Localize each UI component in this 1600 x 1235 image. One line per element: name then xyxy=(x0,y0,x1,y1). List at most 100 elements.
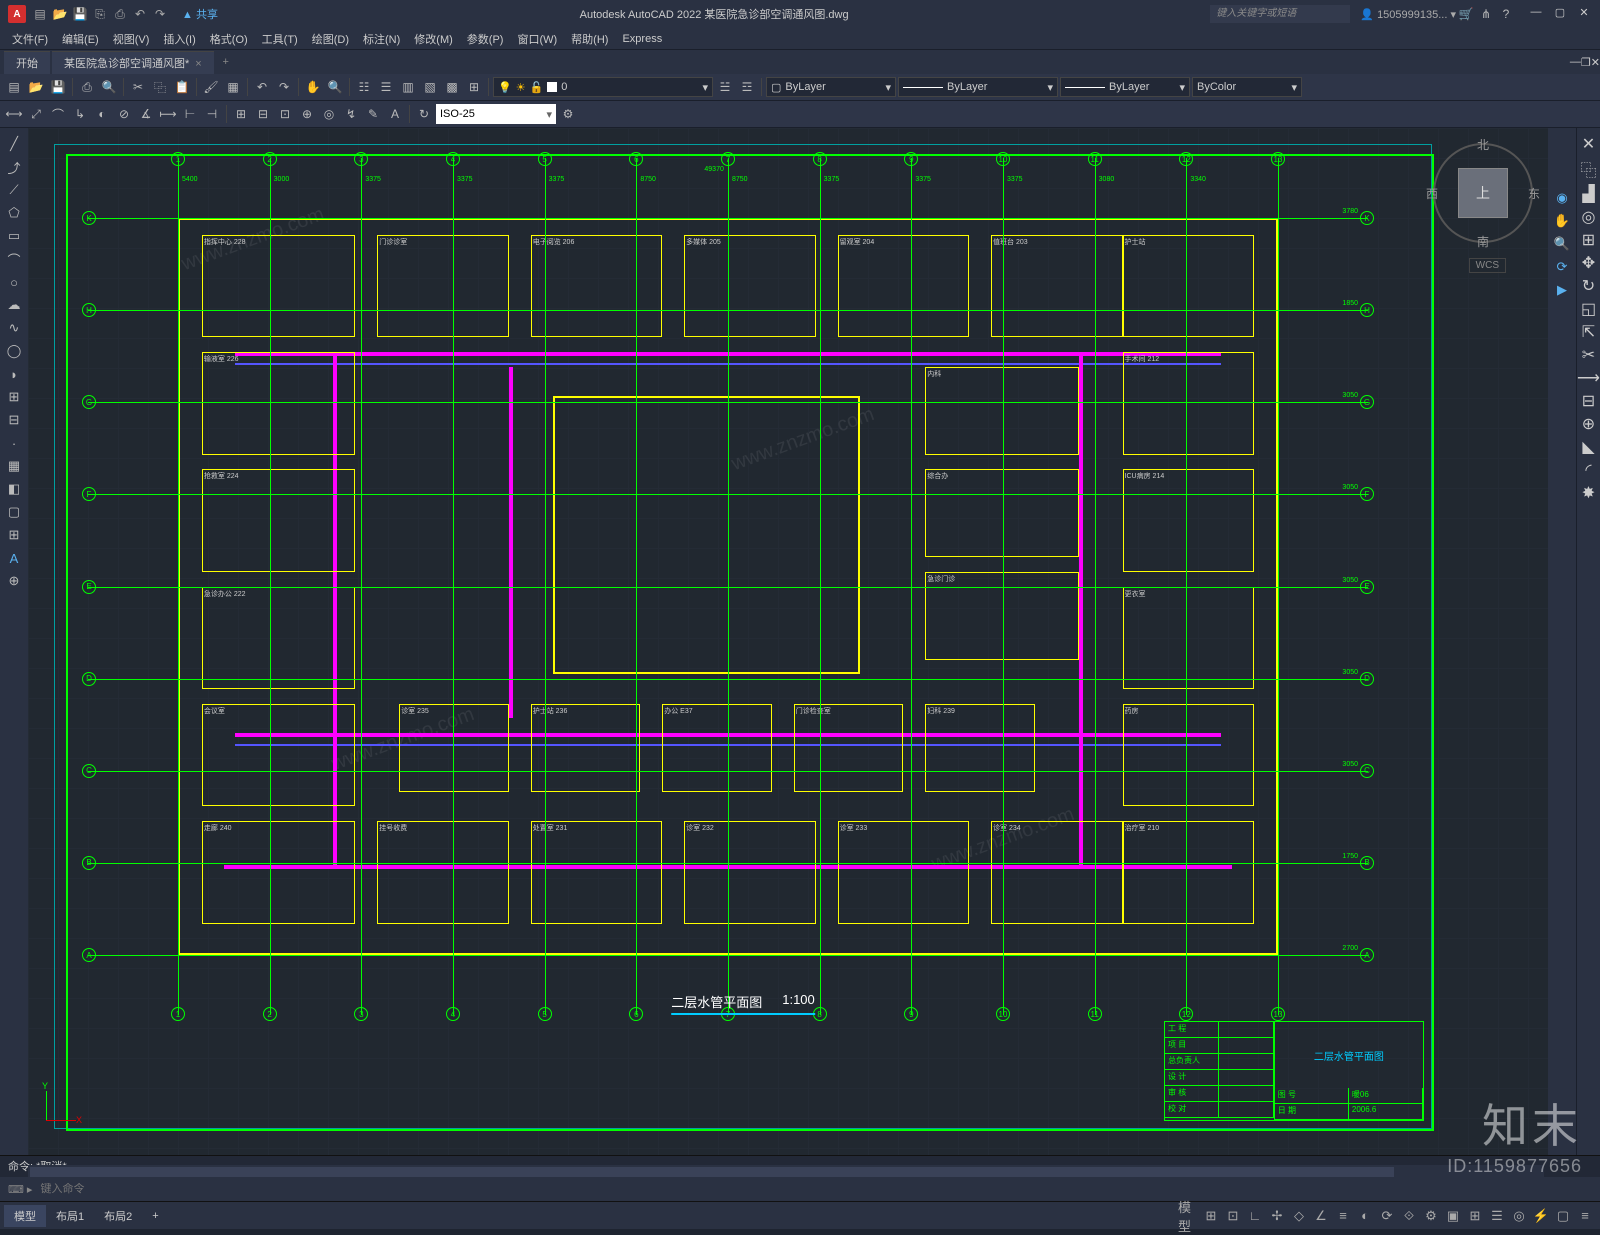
open-icon[interactable]: 📂 xyxy=(26,77,46,97)
dim-ordinate-icon[interactable]: ↳ xyxy=(70,104,90,124)
chamfer-icon[interactable]: ◣ xyxy=(1582,437,1594,457)
layeriso-icon[interactable]: ☲ xyxy=(737,77,757,97)
dim-angular-icon[interactable]: ∡ xyxy=(136,104,156,124)
pline-icon[interactable]: ⤴ xyxy=(4,157,24,177)
viewcube-north[interactable]: 北 xyxy=(1477,136,1489,153)
gradient-icon[interactable]: ◧ xyxy=(4,479,24,499)
array-icon[interactable]: ⊞ xyxy=(1582,230,1595,250)
pan-icon[interactable]: ✋ xyxy=(303,77,323,97)
join-icon[interactable]: ⊕ xyxy=(1582,414,1595,434)
isolate-icon[interactable]: ◎ xyxy=(1508,1205,1530,1227)
lineweight-dropdown[interactable]: ByLayer▾ xyxy=(1060,77,1190,97)
table-icon[interactable]: ⊞ xyxy=(4,525,24,545)
stretch-icon[interactable]: ⇱ xyxy=(1582,322,1595,342)
move-icon[interactable]: ✥ xyxy=(1582,253,1595,273)
region-icon[interactable]: ▢ xyxy=(4,502,24,522)
scale-icon[interactable]: ◱ xyxy=(1581,299,1596,319)
new-icon[interactable]: ▤ xyxy=(4,77,24,97)
dim-break-icon[interactable]: ⊟ xyxy=(253,104,273,124)
zoomext-icon[interactable]: 🔍 xyxy=(1552,234,1572,254)
color-dropdown[interactable]: ▢ ByLayer ▾ xyxy=(766,77,896,97)
cart-icon[interactable]: 🛒 xyxy=(1456,4,1476,24)
file-tab-active[interactable]: 某医院急诊部空调通风图*× xyxy=(52,51,214,74)
customize-icon[interactable]: ≡ xyxy=(1574,1205,1596,1227)
menu-item[interactable]: 格式(O) xyxy=(204,31,254,47)
wcs-indicator[interactable]: WCS xyxy=(1469,258,1506,273)
help-search-input[interactable]: 键入关键字或短语 xyxy=(1210,5,1350,23)
explode-icon[interactable]: ✸ xyxy=(1582,483,1595,503)
extend-icon[interactable]: ⟶ xyxy=(1577,368,1600,388)
qat-undo-icon[interactable]: ↶ xyxy=(132,6,148,22)
mirror-icon[interactable]: ▟ xyxy=(1582,184,1594,204)
qat-saveas-icon[interactable]: ⎘ xyxy=(92,6,108,22)
doc-minimize-icon[interactable]: — xyxy=(1570,56,1581,68)
showmotion-icon[interactable]: ▶ xyxy=(1552,280,1572,300)
trim-icon[interactable]: ✂ xyxy=(1582,345,1595,365)
cleanscreen-icon[interactable]: ▢ xyxy=(1552,1205,1574,1227)
dimstyle-dropdown[interactable]: ISO-25▾ xyxy=(436,104,556,124)
dim-tedit-icon[interactable]: A xyxy=(385,104,405,124)
qat-open-icon[interactable]: 📂 xyxy=(52,6,68,22)
zoom-icon[interactable]: 🔍 xyxy=(325,77,345,97)
close-button[interactable]: ✕ xyxy=(1576,6,1592,22)
hardware-icon[interactable]: ⚡ xyxy=(1530,1205,1552,1227)
horizontal-scrollbar[interactable] xyxy=(28,1165,1544,1179)
annomonitor-icon[interactable]: ▣ xyxy=(1442,1205,1464,1227)
cut-icon[interactable]: ✂ xyxy=(128,77,148,97)
qat-plot-icon[interactable]: ⎙ xyxy=(112,6,128,22)
makeblock-icon[interactable]: ⊟ xyxy=(4,410,24,430)
point-icon[interactable]: · xyxy=(4,433,24,453)
lwt-toggle-icon[interactable]: ≡ xyxy=(1332,1205,1354,1227)
dim-arc-icon[interactable]: ⌒ xyxy=(48,104,68,124)
polygon-icon[interactable]: ⬠ xyxy=(4,203,24,223)
plot-icon[interactable]: ⎙ xyxy=(77,77,97,97)
maximize-button[interactable]: ▢ xyxy=(1552,6,1568,22)
menu-item[interactable]: 工具(T) xyxy=(256,31,304,47)
layout1-tab[interactable]: 布局1 xyxy=(46,1205,94,1227)
minimize-button[interactable]: — xyxy=(1528,6,1544,22)
undo-icon[interactable]: ↶ xyxy=(252,77,272,97)
osnap-toggle-icon[interactable]: ◇ xyxy=(1288,1205,1310,1227)
revcloud-icon[interactable]: ☁ xyxy=(4,295,24,315)
start-tab[interactable]: 开始 xyxy=(4,51,50,74)
spline-icon[interactable]: ∿ xyxy=(4,318,24,338)
dim-space-icon[interactable]: ⊞ xyxy=(231,104,251,124)
menu-item[interactable]: 帮助(H) xyxy=(565,31,614,47)
navwheel-icon[interactable]: ◉ xyxy=(1552,188,1572,208)
pan-nav-icon[interactable]: ✋ xyxy=(1552,211,1572,231)
close-tab-icon[interactable]: × xyxy=(195,58,201,70)
units-icon[interactable]: ⊞ xyxy=(1464,1205,1486,1227)
help-icon[interactable]: ? xyxy=(1496,4,1516,24)
calc-icon[interactable]: ⊞ xyxy=(464,77,484,97)
ellipse-icon[interactable]: ◯ xyxy=(4,341,24,361)
ortho-toggle-icon[interactable]: ∟ xyxy=(1244,1205,1266,1227)
redo-icon[interactable]: ↷ xyxy=(274,77,294,97)
menu-item[interactable]: 修改(M) xyxy=(408,31,459,47)
line-icon[interactable]: ╱ xyxy=(4,134,24,154)
doc-close-icon[interactable]: ✕ xyxy=(1591,56,1600,69)
qat-redo-icon[interactable]: ↷ xyxy=(152,6,168,22)
drawing-canvas[interactable]: www.znzmo.com www.znzmo.com www.znzmo.co… xyxy=(28,128,1548,1155)
designcenter-icon[interactable]: ☰ xyxy=(376,77,396,97)
quickprops-icon[interactable]: ☰ xyxy=(1486,1205,1508,1227)
dim-edit-icon[interactable]: ✎ xyxy=(363,104,383,124)
plotstyle-dropdown[interactable]: ByColor▾ xyxy=(1192,77,1302,97)
dim-aligned-icon[interactable]: ⤢ xyxy=(26,104,46,124)
props-icon[interactable]: ☷ xyxy=(354,77,374,97)
dim-update-icon[interactable]: ↻ xyxy=(414,104,434,124)
linetype-dropdown[interactable]: ByLayer▾ xyxy=(898,77,1058,97)
model-tab[interactable]: 模型 xyxy=(4,1205,46,1227)
viewcube-east[interactable]: 东 xyxy=(1528,185,1540,202)
annoscale-icon[interactable]: ⟐ xyxy=(1398,1205,1420,1227)
share-button[interactable]: ▲ 共享 xyxy=(182,6,218,22)
menu-item[interactable]: 文件(F) xyxy=(6,31,54,47)
command-input[interactable] xyxy=(40,1183,1600,1195)
center-icon[interactable]: ⊕ xyxy=(297,104,317,124)
erase-icon[interactable]: ✕ xyxy=(1582,134,1595,154)
layout2-tab[interactable]: 布局2 xyxy=(94,1205,142,1227)
menu-item[interactable]: 插入(I) xyxy=(157,31,201,47)
snap-toggle-icon[interactable]: ⊡ xyxy=(1222,1205,1244,1227)
dim-quick-icon[interactable]: ⟼ xyxy=(158,104,178,124)
viewcube-west[interactable]: 西 xyxy=(1426,185,1438,202)
menu-item[interactable]: 窗口(W) xyxy=(511,31,563,47)
